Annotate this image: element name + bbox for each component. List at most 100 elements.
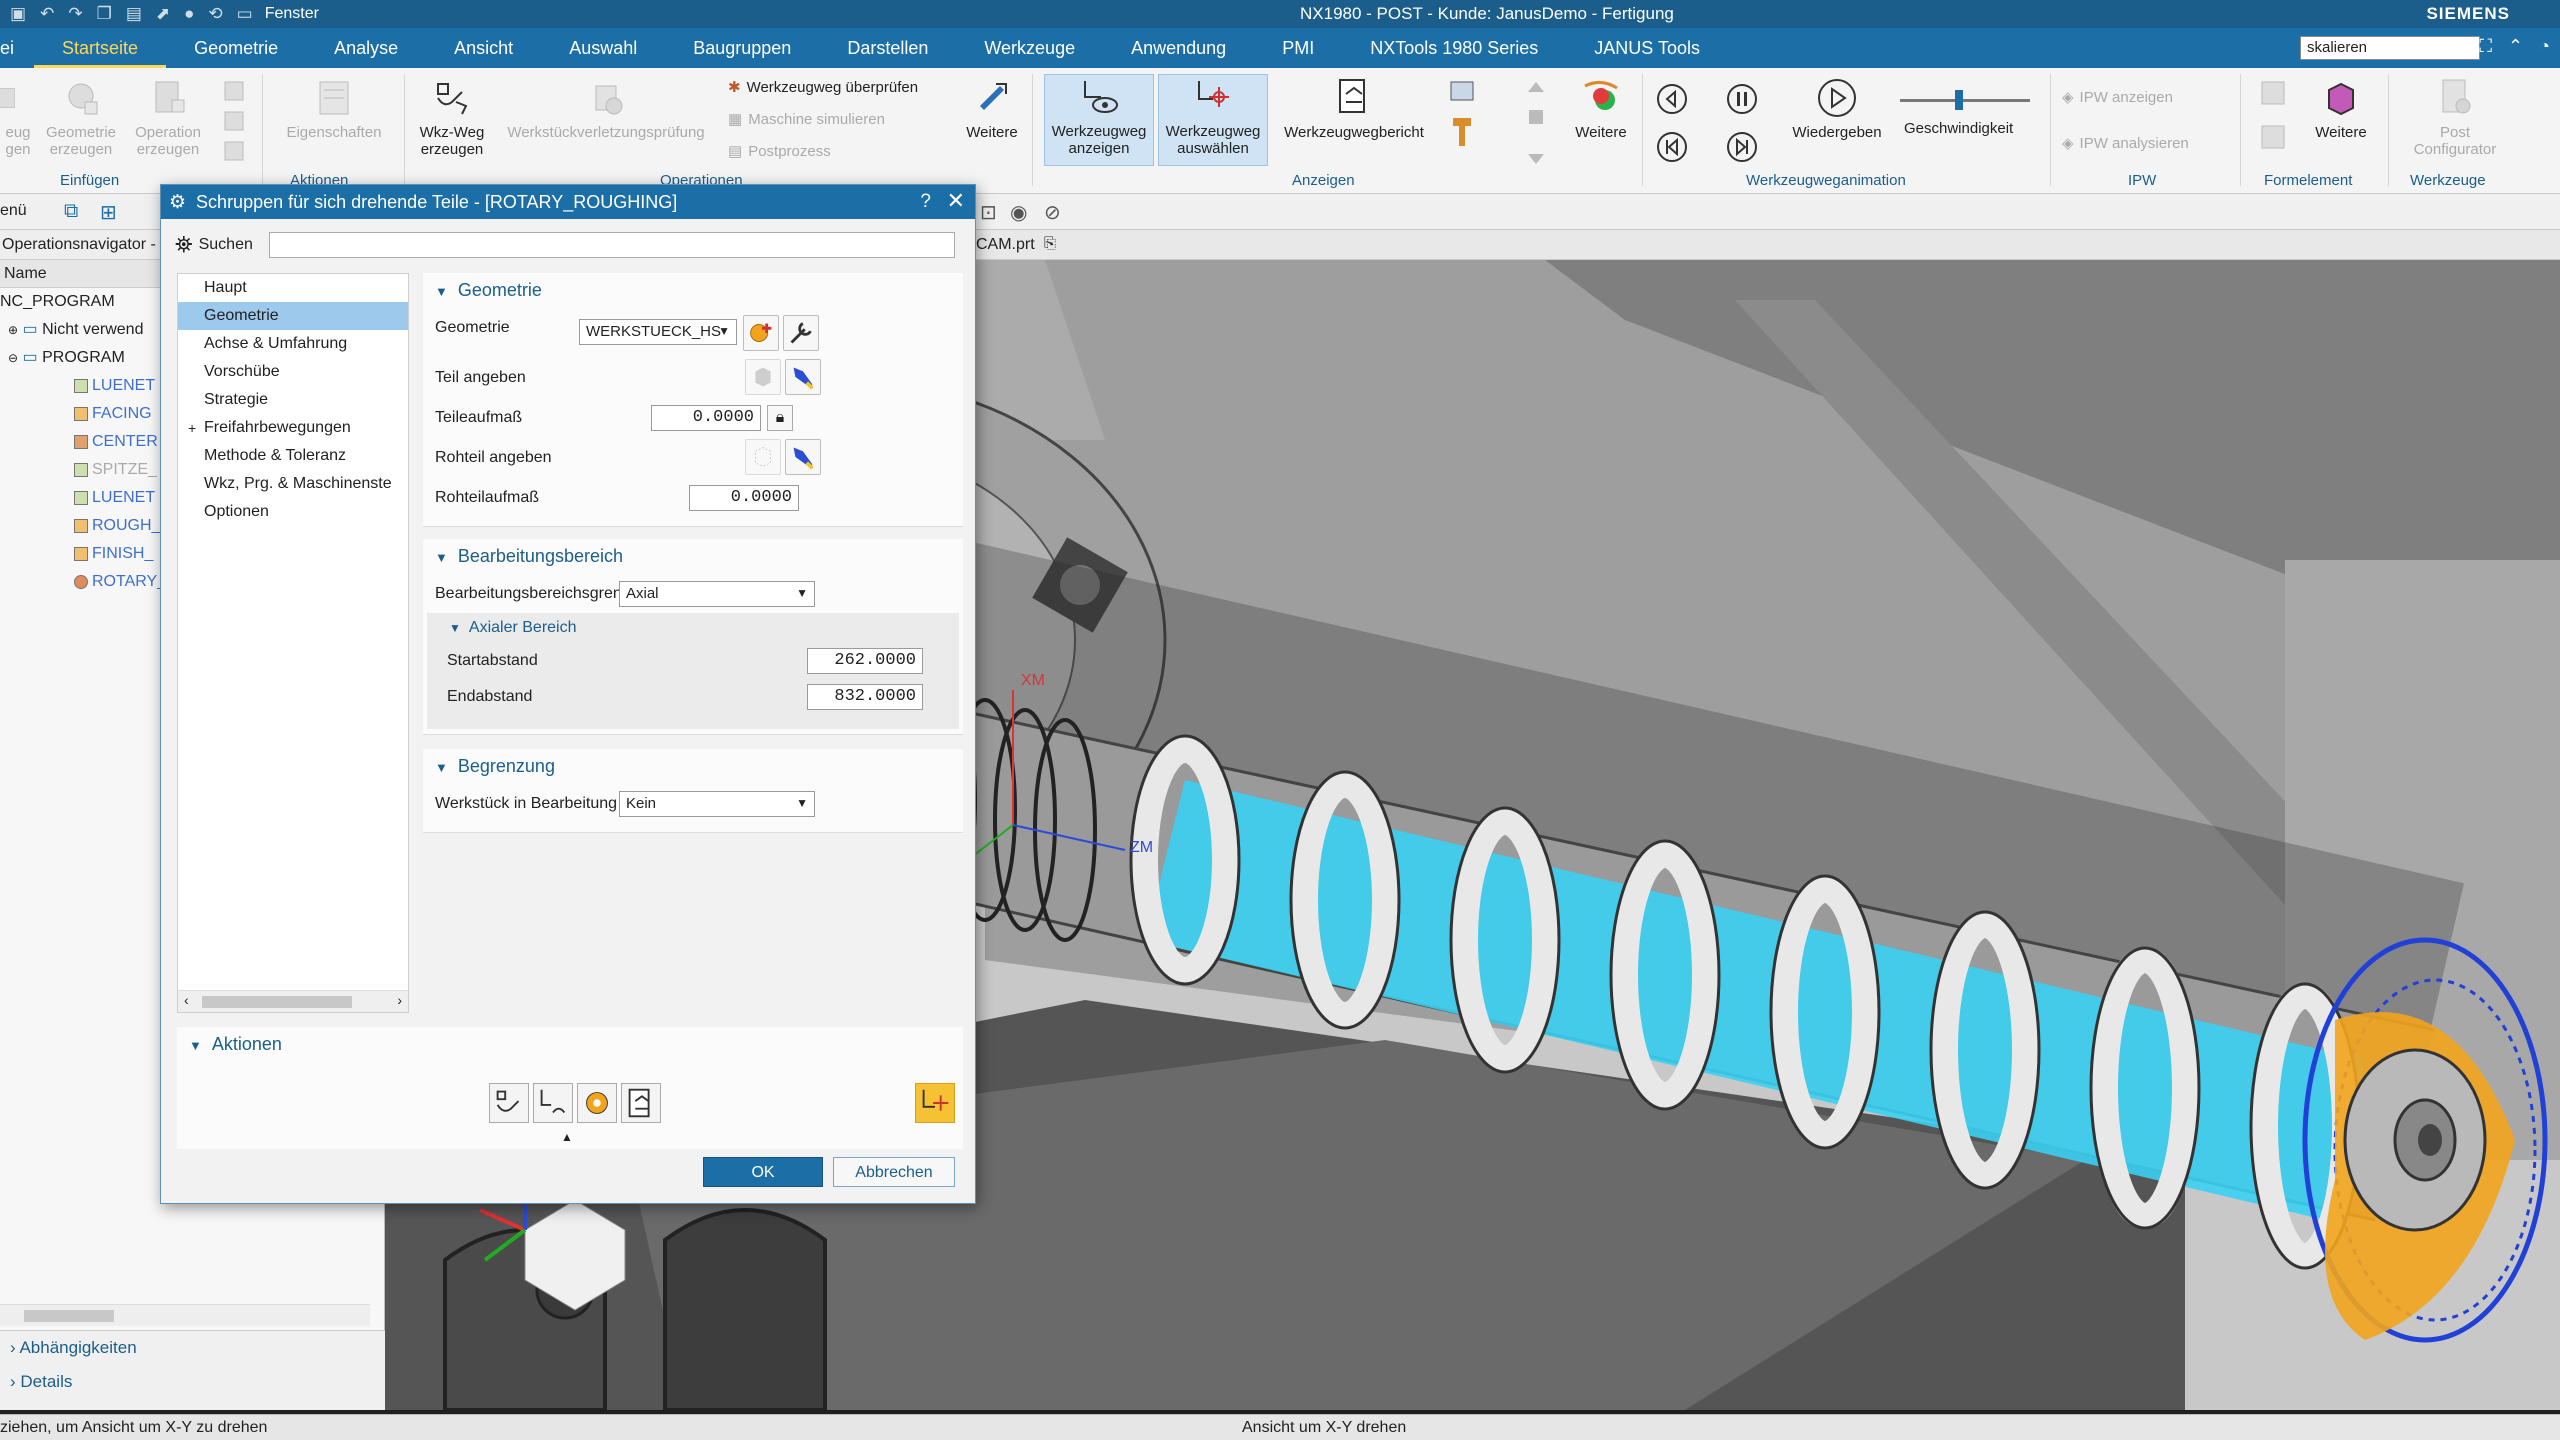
tree-item-freifahrbewegungen[interactable]: + Freifahrbewegungen	[178, 414, 408, 442]
speed-slider[interactable]	[1900, 90, 2030, 110]
paste-icon[interactable]: ▤	[126, 4, 142, 24]
collapse-ribbon-icon[interactable]: ⌃	[2508, 36, 2523, 57]
menu-stub[interactable]: enü	[0, 202, 27, 220]
tab-janus-tools[interactable]: JANUS Tools	[1566, 28, 1728, 68]
section-aktionen-header[interactable]: ▼ Aktionen	[177, 1027, 963, 1061]
tab-anwendung[interactable]: Anwendung	[1103, 28, 1254, 68]
startabstand-input[interactable]: 262.0000	[807, 648, 923, 674]
subsection-axialer-bereich-header[interactable]: ▼ Axialer Bereich	[427, 613, 959, 643]
wkz-weg-erzeugen-button[interactable]: Wkz-Weg erzeugen	[410, 76, 494, 158]
tab-nxtools[interactable]: NXTools 1980 Series	[1342, 28, 1566, 68]
view-icon[interactable]: ⊡	[980, 200, 997, 225]
werkzeugwegbericht-button[interactable]: Werkzeugwegbericht	[1274, 76, 1434, 141]
geometrie-select[interactable]: WERKSTUECK_HS ▼	[579, 319, 737, 345]
werkzeugweg-auswaehlen-button[interactable]: Werkzeugweg auswählen	[1158, 74, 1268, 166]
window-menu[interactable]: Fenster	[265, 5, 319, 23]
file-tab[interactable]: CAM.prt	[976, 236, 1035, 254]
rotate-icon[interactable]: ⟲	[208, 4, 222, 24]
generate-action-button[interactable]	[489, 1083, 529, 1123]
section-bearbeitungsbereich-header[interactable]: ▼ Bearbeitungsbereich	[423, 539, 963, 573]
tree-item-achse[interactable]: Achse & Umfahrung	[178, 330, 408, 358]
skip-end-button[interactable]	[1720, 130, 1764, 168]
prev-button[interactable]	[1650, 82, 1694, 120]
tree-item-haupt[interactable]: Haupt	[178, 274, 408, 302]
tree-item-methode[interactable]: Methode & Toleranz	[178, 442, 408, 470]
expand-dialog-icon[interactable]: ▲	[561, 1130, 573, 1144]
ipw-analysieren-button[interactable]: ◈ IPW analysieren	[2062, 134, 2189, 153]
maschine-simulieren-button[interactable]: ▦ Maschine simulieren	[728, 110, 885, 129]
lock-icon[interactable]: 🔒︎	[767, 405, 793, 431]
new-geometry-button[interactable]	[743, 315, 779, 351]
navigator-hscroll-thumb[interactable]	[24, 1310, 114, 1322]
hide-icon[interactable]: ⊘	[1044, 200, 1061, 225]
geometry-small-tools[interactable]	[214, 78, 254, 172]
microphone-icon[interactable]: ●	[184, 4, 194, 24]
help-icon[interactable]: ◔	[2539, 36, 2550, 57]
tab-auswahl[interactable]: Auswahl	[541, 28, 665, 68]
teil-select-button[interactable]	[785, 359, 821, 395]
endabstand-input[interactable]: 832.0000	[807, 684, 923, 710]
tab-datei[interactable]: ei	[0, 28, 34, 68]
list-action-button[interactable]	[621, 1083, 661, 1123]
tree-hscroll-thumb[interactable]	[202, 996, 352, 1008]
dialog-search-input[interactable]	[268, 232, 955, 258]
edit-geometry-button[interactable]	[783, 315, 819, 351]
save-icon[interactable]: ▣	[10, 4, 26, 24]
panel-abhaengigkeiten[interactable]: › Abhängigkeiten	[0, 1331, 385, 1365]
expand-icon[interactable]: +	[188, 414, 196, 442]
operationen-weitere-button[interactable]: Weitere	[960, 76, 1024, 141]
werkstueck-select[interactable]: Kein ▼	[619, 791, 815, 817]
tab-werkzeuge[interactable]: Werkzeuge	[956, 28, 1103, 68]
tree-hscroll[interactable]: ‹ ›	[178, 990, 408, 1012]
teil-display-button[interactable]	[745, 359, 781, 395]
speed-slider-thumb[interactable]	[1954, 90, 1963, 110]
skip-start-button[interactable]	[1650, 130, 1694, 168]
eigenschaften-button[interactable]: Eigenschaften	[270, 76, 398, 141]
post-configurator-button[interactable]: Post Configurator	[2392, 76, 2518, 158]
rohteil-display-button[interactable]	[745, 439, 781, 475]
tree-item-vorschuebe[interactable]: Vorschübe	[178, 358, 408, 386]
fullscreen-icon[interactable]: ⛶	[2479, 36, 2492, 57]
arrow-tools[interactable]	[1514, 78, 1558, 172]
feature-small-tools[interactable]	[2250, 78, 2296, 172]
expand-icon[interactable]: ⊕	[8, 323, 18, 337]
formelement-weitere-button[interactable]: Weitere	[2306, 76, 2376, 141]
close-button[interactable]: ✕	[947, 188, 965, 214]
werkzeugweg-anzeigen-button[interactable]: Werkzeugweg anzeigen	[1044, 74, 1154, 166]
tab-analyse[interactable]: Analyse	[306, 28, 426, 68]
rohteilaufmass-input[interactable]: 0.0000	[689, 485, 799, 511]
verify-action-button[interactable]	[577, 1083, 617, 1123]
eye-icon[interactable]: ◉	[1010, 200, 1027, 225]
wiedergeben-button[interactable]: Wiedergeben	[1782, 76, 1892, 141]
copy-icon[interactable]: ❐	[97, 4, 112, 24]
ipw-anzeigen-button[interactable]: ◈ IPW anzeigen	[2062, 88, 2173, 107]
werkzeugweg-ueberpruefen-button[interactable]: ✱ Werkzeugweg überprüfen	[728, 78, 918, 97]
gear-icon[interactable]: ⚙	[169, 191, 186, 214]
scroll-right-icon[interactable]: ›	[397, 992, 402, 1008]
section-geometrie-header[interactable]: ▼ Geometrie	[423, 273, 963, 307]
scroll-left-icon[interactable]: ‹	[184, 992, 189, 1008]
redo-icon[interactable]: ↷	[68, 4, 82, 24]
select-toolpath-action-button[interactable]	[915, 1083, 955, 1123]
tab-baugruppen[interactable]: Baugruppen	[665, 28, 819, 68]
werkstueckverletzung-button[interactable]: Werkstückverletzungsprüfung	[498, 76, 714, 141]
select-icon[interactable]: ⬈	[156, 4, 170, 24]
panel-details[interactable]: › Details	[0, 1365, 385, 1399]
tree-item-geometrie[interactable]: Geometrie	[178, 302, 408, 330]
filter-icon[interactable]: ⧉	[64, 200, 78, 223]
tree-item-optionen[interactable]: Optionen	[178, 498, 408, 526]
command-search-input[interactable]: skalieren	[2300, 36, 2480, 60]
section-begrenzung-header[interactable]: ▼ Begrenzung	[423, 749, 963, 783]
assembly-icon[interactable]: ⊞	[100, 200, 117, 225]
tab-ansicht[interactable]: Ansicht	[426, 28, 541, 68]
tree-item-wkz-prg[interactable]: Wkz, Prg. & Maschinenste	[178, 470, 408, 498]
collapse-icon[interactable]: ⊖	[8, 351, 18, 365]
tab-pmi[interactable]: PMI	[1254, 28, 1342, 68]
replay-action-button[interactable]	[533, 1083, 573, 1123]
tab-darstellen[interactable]: Darstellen	[819, 28, 956, 68]
undo-icon[interactable]: ↶	[40, 4, 54, 24]
geometrie-erzeugen-button[interactable]: Geometrie erzeugen	[46, 76, 116, 158]
postprozess-button[interactable]: ▤ Postprozess	[728, 142, 831, 161]
cancel-button[interactable]: Abbrechen	[833, 1157, 955, 1187]
navigator-hscroll[interactable]	[0, 1304, 370, 1326]
